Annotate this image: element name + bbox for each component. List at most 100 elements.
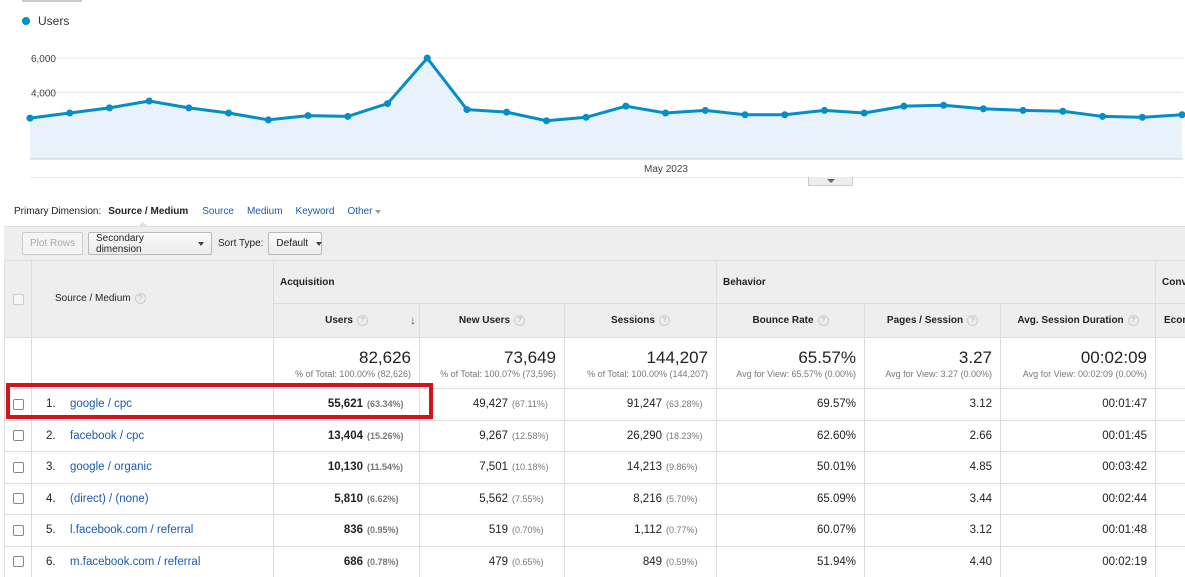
sort-type-value: Default	[276, 238, 309, 249]
row-check-cell	[4, 545, 32, 577]
row-sessions-pct: (0.59%)	[666, 556, 698, 567]
row-checkbox[interactable]	[12, 493, 24, 505]
row-source-link[interactable]: facebook / cpc	[70, 430, 144, 442]
row-users-value: 55,621	[327, 398, 363, 411]
row-source-link[interactable]: google / organic	[70, 461, 152, 473]
row-checkbox[interactable]	[12, 461, 24, 473]
totals-sessions-sub: % of Total: 100.00% (144,207)	[587, 368, 708, 379]
caret-down-icon	[375, 209, 382, 214]
row-bounce-rate: 50.01%	[716, 451, 865, 484]
row-users-pct: (11.54%)	[367, 462, 404, 473]
row-users-value: 836	[343, 524, 363, 537]
help-icon[interactable]: ?	[967, 314, 979, 326]
row-new-users-pct: (67.11%)	[512, 399, 548, 410]
table-row: 3. google / organic 10,130 (11.54%) 7,501 (10…	[4, 451, 1185, 484]
row-sessions-value: 1,112	[634, 524, 662, 537]
help-icon[interactable]: ?	[1127, 314, 1139, 326]
econ-column-header[interactable]: Econ	[1155, 303, 1185, 338]
row-new-users-pct: (0.65%)	[512, 556, 544, 567]
row-avg-session: 00:03:42	[999, 451, 1157, 484]
row-users-pct: (0.78%)	[367, 556, 399, 567]
chevron-down-icon	[826, 179, 835, 183]
row-new-users-value: 479	[488, 555, 508, 568]
totals-econ	[1155, 337, 1185, 389]
row-checkbox[interactable]	[12, 430, 24, 442]
row-sessions-pct: (18.23%)	[666, 430, 703, 441]
totals-pages-session: 3.27 Avg for View: 3.27 (0.00%)	[864, 337, 1001, 389]
row-source-cell: 2. facebook / cpc	[31, 419, 274, 452]
row-sessions: 849 (0.59%)	[564, 545, 717, 577]
caret-down-icon	[316, 241, 323, 246]
data-point	[105, 104, 113, 112]
row-checkbox[interactable]	[12, 556, 24, 568]
row-source-link[interactable]: (direct) / (none)	[70, 493, 149, 505]
row-bounce-rate: 60.07%	[716, 514, 865, 547]
dimension-source[interactable]: Source	[202, 206, 234, 217]
sessions-column-header[interactable]: Sessions?	[564, 303, 717, 338]
y-tick-label: 4,000	[31, 88, 56, 99]
dimension-medium[interactable]: Medium	[247, 206, 283, 217]
row-sessions: 26,290 (18.23%)	[564, 419, 717, 452]
table-row: 2. facebook / cpc 13,404 (15.26%) 9,267 (12.5…	[4, 419, 1185, 452]
help-icon[interactable]: ?	[817, 314, 829, 326]
row-pages-session: 3.44	[864, 482, 1001, 515]
row-source-link[interactable]: google / cpc	[70, 398, 132, 410]
data-point	[622, 102, 630, 110]
row-econ	[1155, 419, 1185, 452]
row-source-link[interactable]: l.facebook.com / referral	[70, 524, 193, 536]
row-econ	[1155, 388, 1185, 421]
new-users-header-label: New Users	[458, 315, 511, 327]
chart-collapse-button[interactable]	[808, 177, 853, 186]
secondary-dimension-select[interactable]: Secondary dimension	[88, 232, 213, 255]
row-pages-session: 3.12	[864, 388, 1001, 421]
dimension-other-dropdown[interactable]: Other	[347, 206, 382, 217]
table-row: 6. m.facebook.com / referral 686 (0.78%) 479…	[4, 545, 1185, 577]
row-users-value: 686	[343, 555, 363, 568]
users-column-header[interactable]: Users? ↓	[273, 303, 420, 338]
acquisition-group-header: Acquisition	[273, 260, 717, 304]
data-point	[66, 109, 74, 117]
data-point	[701, 106, 709, 114]
row-users-value: 10,130	[327, 461, 363, 474]
table-row: 1. google / cpc 55,621 (63.34%) 49,427 (67.11…	[4, 388, 1185, 421]
row-avg-session: 00:01:47	[999, 388, 1157, 421]
data-point	[741, 111, 749, 119]
row-sessions-value: 26,290	[626, 429, 662, 442]
totals-new-users: 73,649% of Total: 100.07% (73,596)	[419, 337, 565, 389]
row-avg-session: 00:02:19	[999, 545, 1157, 577]
row-users-value: 5,810	[334, 492, 363, 505]
totals-pages-session-sub: Avg for View: 3.27 (0.00%)	[885, 368, 992, 379]
plot-rows-button[interactable]: Plot Rows	[22, 232, 84, 255]
help-icon[interactable]: ?	[514, 314, 526, 326]
line-chart-svg: 6,0004,0002,000May 2023	[26, 54, 1185, 178]
row-source-cell: 1. google / cpc	[31, 388, 274, 421]
row-new-users-value: 5,562	[479, 492, 508, 505]
row-sessions-pct: (5.70%)	[666, 493, 698, 504]
bounce-rate-column-header[interactable]: Bounce Rate?	[716, 303, 865, 338]
row-users: 10,130 (11.54%)	[273, 451, 420, 484]
pages-session-column-header[interactable]: Pages / Session?	[864, 303, 1001, 338]
row-checkbox[interactable]	[12, 398, 24, 410]
help-icon[interactable]: ?	[134, 293, 146, 305]
dimension-source-medium[interactable]: Source / Medium	[108, 206, 188, 227]
new-users-column-header[interactable]: New Users?	[419, 303, 565, 338]
dimension-header[interactable]: Source / Medium?	[31, 260, 274, 338]
avg-session-header-label: Avg. Session Duration	[1017, 315, 1124, 327]
row-econ	[1155, 451, 1185, 484]
row-source-link[interactable]: m.facebook.com / referral	[70, 556, 200, 568]
data-point	[662, 109, 670, 117]
select-all-checkbox[interactable]	[12, 293, 24, 305]
row-number: 6.	[46, 555, 56, 568]
row-checkbox[interactable]	[12, 524, 24, 536]
data-point	[820, 106, 828, 114]
users-chart: Users 6,0004,0002,000May 2023	[0, 0, 1185, 190]
avg-session-column-header[interactable]: Avg. Session Duration?	[999, 303, 1157, 338]
help-icon[interactable]: ?	[658, 314, 670, 326]
sort-type-select[interactable]: Default	[268, 232, 323, 255]
row-sessions: 8,216 (5.70%)	[564, 482, 717, 515]
dimension-keyword[interactable]: Keyword	[296, 206, 335, 217]
help-icon[interactable]: ?	[356, 314, 368, 326]
totals-sessions-value: 144,207	[646, 347, 708, 367]
data-point	[1019, 106, 1027, 114]
chart-tab[interactable]	[22, 0, 82, 2]
